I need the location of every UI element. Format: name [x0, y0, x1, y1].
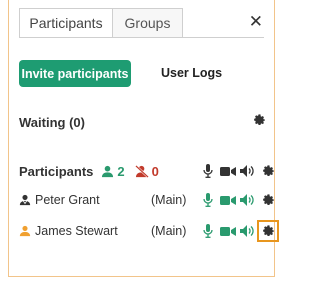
tab-groups[interactable]: Groups [113, 8, 183, 38]
camera-icon[interactable] [219, 192, 236, 208]
mic-icon[interactable] [199, 192, 216, 208]
waiting-label: Waiting (0) [19, 115, 85, 130]
speaker-icon[interactable] [239, 223, 256, 239]
invite-participants-button[interactable]: Invite participants [19, 60, 131, 87]
participants-label: Participants [19, 163, 94, 179]
camera-icon[interactable] [219, 223, 236, 239]
header-settings-gear-icon[interactable] [259, 162, 277, 180]
header-controls [199, 162, 277, 180]
camera-icon[interactable] [219, 163, 236, 179]
user-logs-button[interactable]: User Logs [161, 66, 222, 80]
waiting-settings-gear-icon[interactable] [253, 114, 266, 127]
mic-icon[interactable] [199, 223, 216, 239]
present-count: 2 [117, 163, 125, 179]
participant-row[interactable]: Peter Grant (Main) [19, 190, 274, 210]
participant-role: (Main) [151, 224, 187, 238]
participant-row[interactable]: James Stewart (Main) [19, 220, 279, 242]
participant-controls [199, 191, 277, 209]
present-user-icon [101, 165, 114, 178]
participant-name: James Stewart [35, 224, 118, 238]
participants-header-row: Participants 2 0 [19, 161, 274, 181]
speaker-icon[interactable] [239, 192, 256, 208]
tab-participants[interactable]: Participants [19, 8, 113, 38]
mic-icon[interactable] [199, 163, 216, 179]
participant-role: (Main) [151, 193, 187, 207]
close-icon[interactable]: ✕ [249, 12, 263, 32]
participant-settings-gear-icon[interactable] [259, 191, 277, 209]
participant-controls [199, 220, 279, 242]
user-black-icon [19, 194, 31, 206]
tab-divider [19, 37, 264, 38]
speaker-icon[interactable] [239, 163, 256, 179]
user-orange-icon [19, 225, 31, 237]
absent-user-icon [134, 164, 149, 178]
absent-count: 0 [151, 163, 159, 179]
tab-bar: Participants Groups [19, 8, 183, 38]
participant-settings-gear-icon[interactable] [257, 220, 279, 242]
participants-panel: Participants Groups ✕ Invite participant… [8, 0, 279, 277]
participant-name: Peter Grant [35, 193, 100, 207]
